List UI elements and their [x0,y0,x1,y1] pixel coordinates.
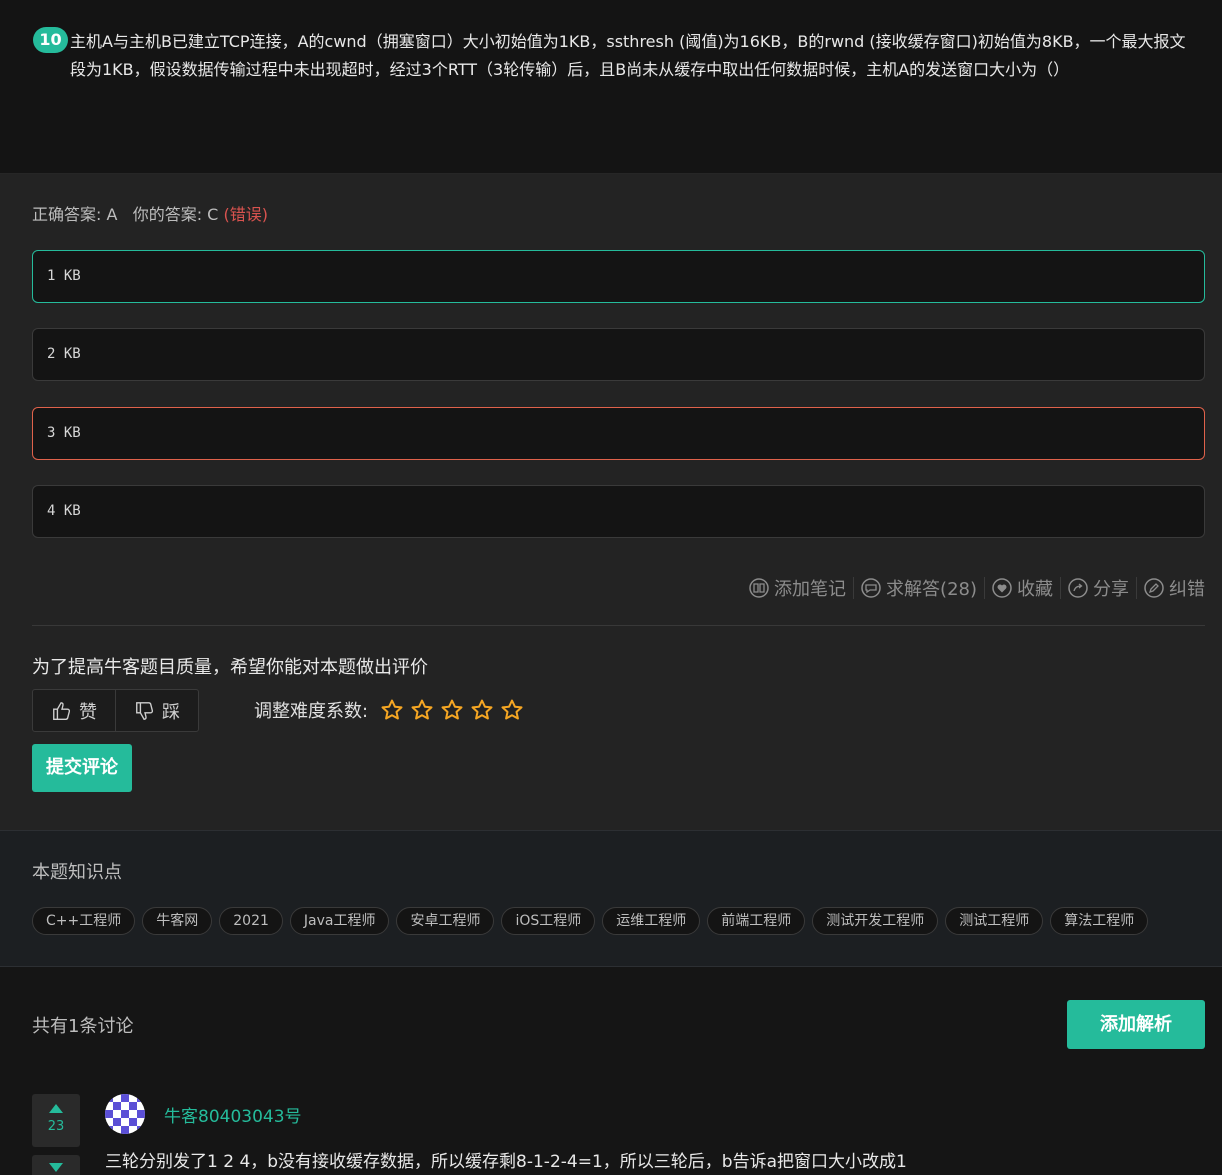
thumbs-up-icon [53,701,71,720]
action-separator [1136,577,1137,599]
checkered-avatar-icon [105,1094,145,1134]
tag-list: C++工程师 牛客网 2021 Java工程师 安卓工程师 iOS工程师 运维工… [32,907,1155,935]
knowledge-panel: 本题知识点 C++工程师 牛客网 2021 Java工程师 安卓工程师 iOS工… [0,830,1222,967]
favorite-button[interactable]: 收藏 [992,575,1053,601]
action-separator [984,577,985,599]
discussion-count: 共有1条讨论 [32,1016,134,1037]
star-icon[interactable] [410,698,434,722]
knowledge-title: 本题知识点 [32,862,122,883]
action-separator [1060,577,1061,599]
difficulty-rating: 调整难度系数: [254,697,530,723]
section-divider [32,625,1205,626]
option-a[interactable]: 1 KB [32,250,1205,303]
heart-icon [992,578,1012,598]
dislike-button[interactable]: 踩 [115,690,198,731]
answer-panel: 正确答案: A 你的答案: C (错误) 1 KB 2 KB 3 KB 4 KB… [0,174,1222,830]
question-page: 10 主机A与主机B已建立TCP连接，A的cwnd（拥塞窗口）大小初始值为1KB… [0,0,1222,1175]
add-note-label: 添加笔记 [774,579,847,600]
option-d[interactable]: 4 KB [32,485,1205,538]
difficulty-label: 调整难度系数: [254,701,369,722]
pencil-icon [1144,578,1164,598]
dislike-label: 踩 [162,701,180,723]
comment-username[interactable]: 牛客80403043号 [164,1102,302,1127]
tag-item[interactable]: C++工程师 [32,907,136,935]
downvote-button[interactable] [32,1155,80,1175]
upvote-button[interactable]: 23 [32,1094,80,1147]
ask-answer-label: 求解答(28) [886,579,977,600]
answer-status: (错误) [223,205,268,224]
question-text: 主机A与主机B已建立TCP连接，A的cwnd（拥塞窗口）大小初始值为1KB，ss… [70,32,1186,79]
ask-answer-button[interactable]: 求解答(28) [861,575,977,601]
tag-item[interactable]: 运维工程师 [602,907,701,935]
vote-group: 赞 踩 [32,689,199,732]
like-button[interactable]: 赞 [33,690,115,731]
share-button[interactable]: 分享 [1068,575,1129,601]
tag-item[interactable]: 测试开发工程师 [812,907,939,935]
add-analysis-button[interactable]: 添加解析 [1067,1000,1205,1049]
discussion-panel: 共有1条讨论 添加解析 23 牛客80403043号 三轮分别发了1 2 4，b… [0,967,1222,1175]
report-error-button[interactable]: 纠错 [1144,575,1205,601]
comment-vote: 23 [32,1094,80,1175]
correct-answer-label: 正确答案: A [32,205,118,224]
star-icon[interactable] [380,698,404,722]
share-label: 分享 [1093,579,1129,600]
action-separator [853,577,855,599]
upvote-count: 23 [47,1119,65,1134]
like-label: 赞 [79,701,97,723]
tag-item[interactable]: iOS工程师 [501,907,596,935]
tag-item[interactable]: 算法工程师 [1050,907,1149,935]
tag-item[interactable]: 前端工程师 [707,907,806,935]
answer-result: 正确答案: A 你的答案: C (错误) [32,201,268,225]
star-icon[interactable] [440,698,464,722]
option-b[interactable]: 2 KB [32,328,1205,381]
triangle-down-icon [49,1163,63,1172]
thumbs-down-icon [136,701,154,720]
add-note-button[interactable]: 添加笔记 [749,575,846,601]
question-number-badge: 10 [33,27,68,53]
tag-item[interactable]: 安卓工程师 [396,907,495,935]
report-error-label: 纠错 [1169,579,1205,600]
rating-prompt: 为了提高牛客题目质量，希望你能对本题做出评价 [32,657,428,678]
question-panel: 10 主机A与主机B已建立TCP连接，A的cwnd（拥塞窗口）大小初始值为1KB… [0,0,1222,174]
chat-bubble-icon [861,578,881,598]
star-icon[interactable] [500,698,524,722]
submit-comment-button[interactable]: 提交评论 [32,744,132,792]
star-rating [380,698,530,722]
tag-item[interactable]: 2021 [219,907,283,935]
favorite-label: 收藏 [1017,579,1053,600]
notebook-icon [749,578,769,598]
tag-item[interactable]: 牛客网 [142,907,213,935]
your-answer-label: 你的答案: C [132,205,219,224]
share-icon [1068,578,1088,598]
avatar[interactable] [105,1094,145,1134]
tag-item[interactable]: 测试工程师 [945,907,1044,935]
option-c[interactable]: 3 KB [32,407,1205,460]
comment-text: 三轮分别发了1 2 4，b没有接收缓存数据，所以缓存剩8-1-2-4=1，所以三… [105,1152,907,1172]
triangle-up-icon [49,1104,63,1113]
question-actions: 添加笔记 求解答(28) 收藏 分享 纠错 [749,575,1205,601]
tag-item[interactable]: Java工程师 [289,907,390,935]
star-icon[interactable] [470,698,494,722]
